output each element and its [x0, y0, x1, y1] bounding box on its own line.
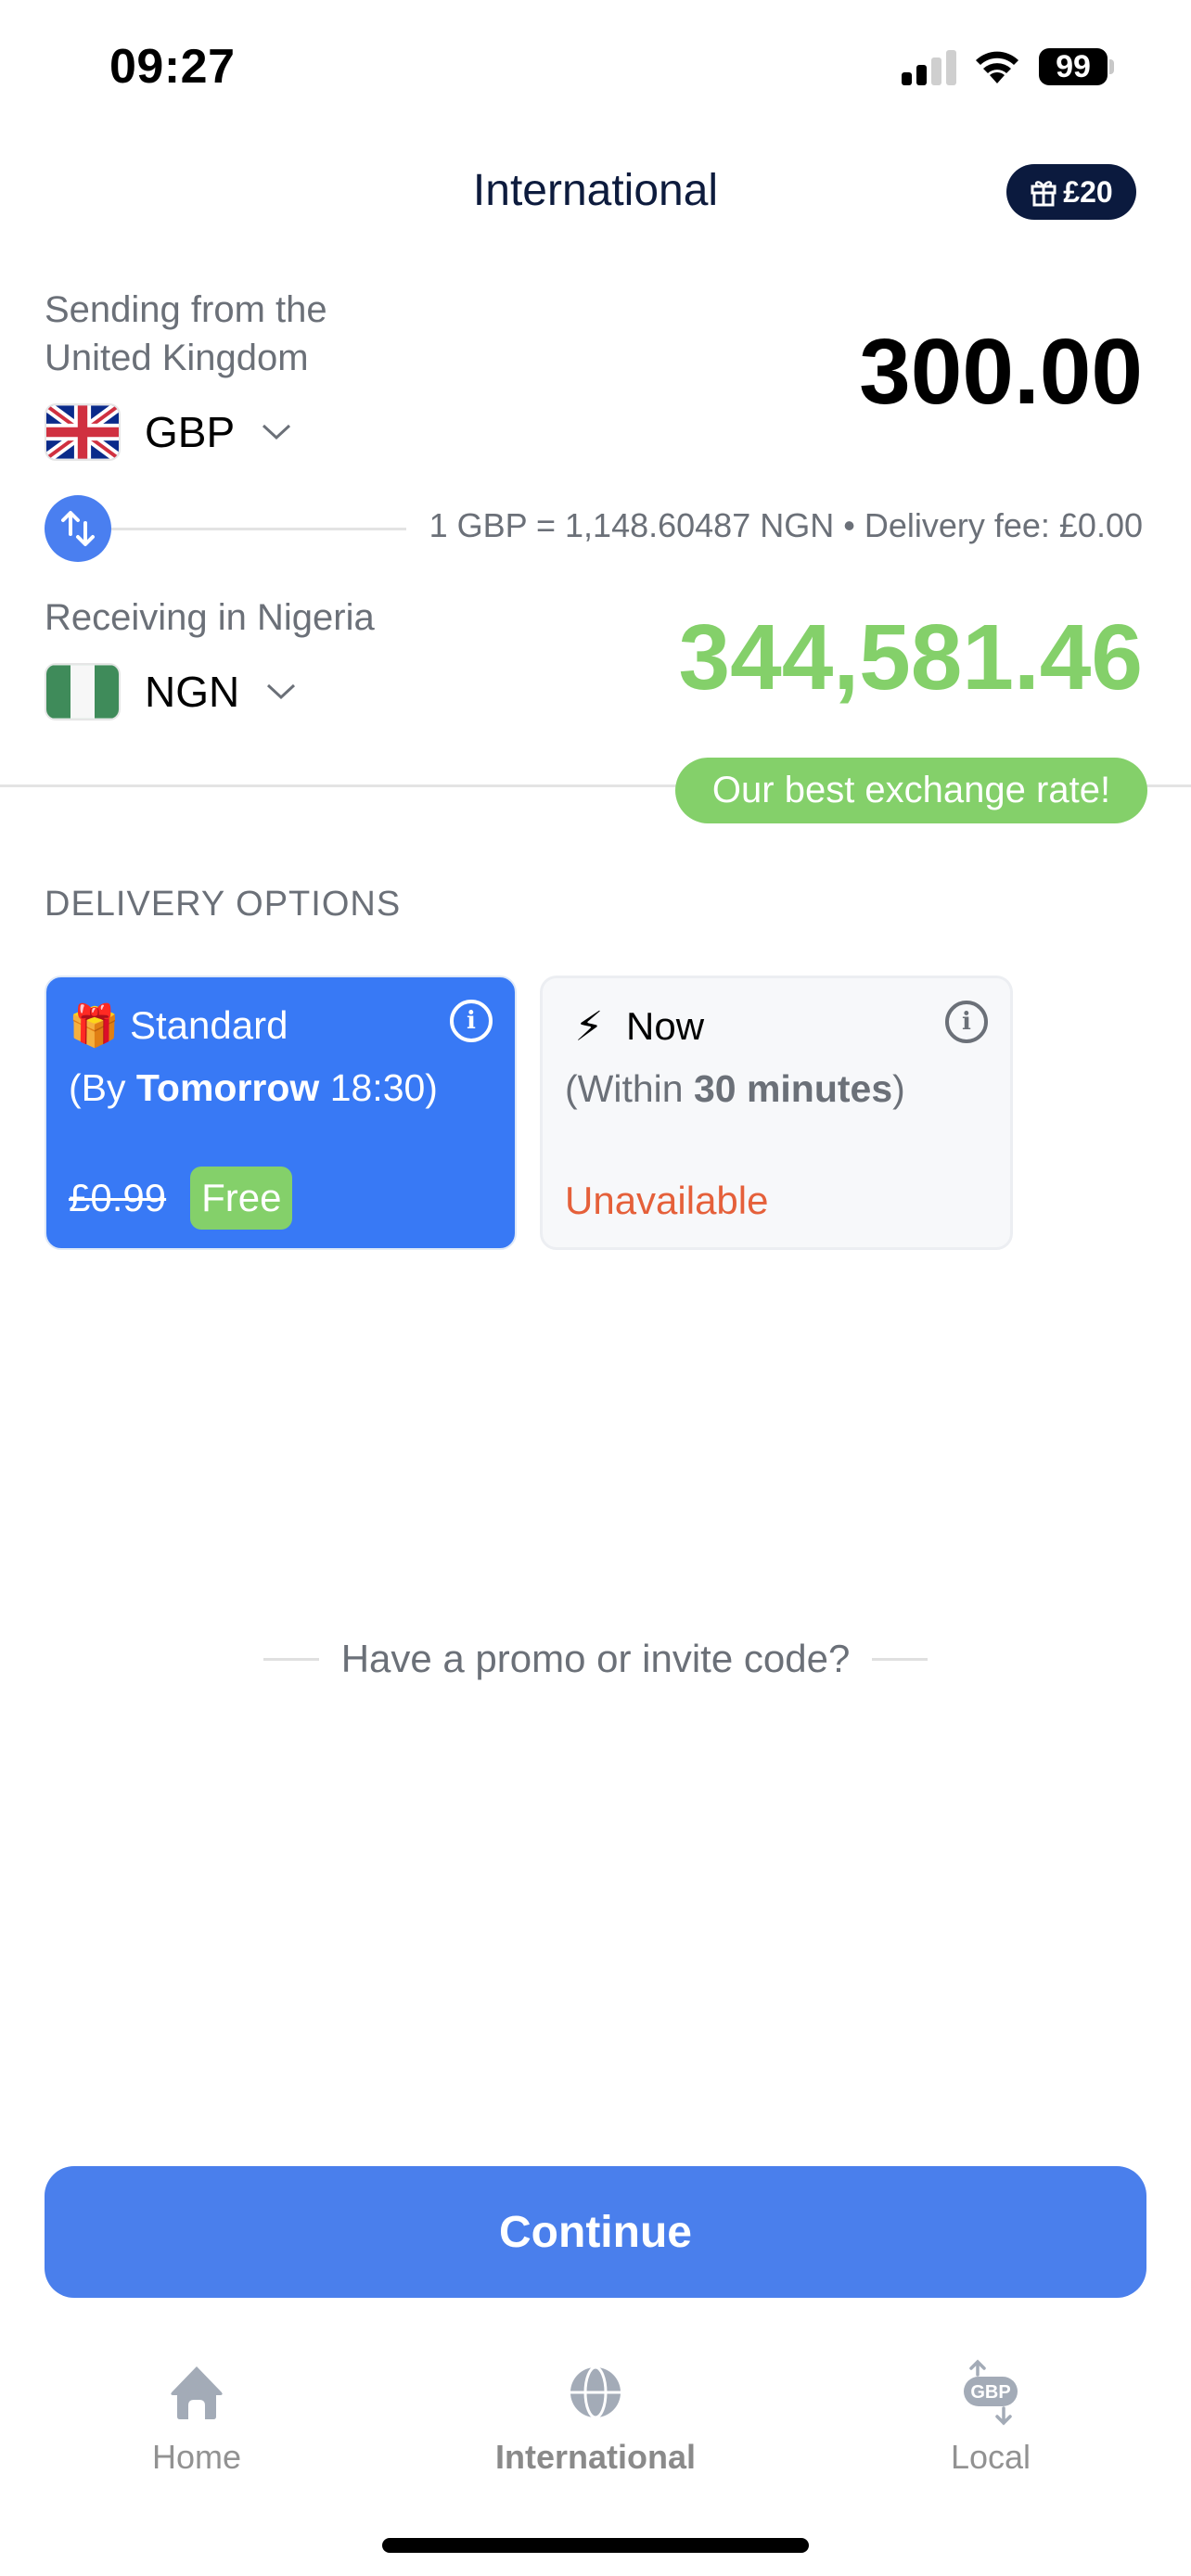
delivery-options-heading: DELIVERY OPTIONS: [45, 885, 402, 924]
chevron-down-icon: [267, 683, 296, 700]
tab-home[interactable]: Home: [76, 2360, 317, 2477]
best-rate-badge: Our best exchange rate!: [675, 758, 1147, 823]
reward-badge[interactable]: £20: [1006, 164, 1136, 220]
rate-connector-line: [111, 528, 406, 530]
promo-divider-right: [872, 1657, 928, 1661]
promo-code-link[interactable]: Have a promo or invite code?: [341, 1637, 851, 1681]
chevron-down-icon: [263, 424, 291, 440]
delivery-price: £0.99 Free: [69, 1167, 293, 1230]
delivery-option-eta: (Within 30 minutes): [565, 1067, 988, 1111]
lightning-emoji-icon: ⚡: [574, 1003, 604, 1050]
nigeria-flag-icon: [46, 665, 119, 719]
uk-flag-icon: [46, 405, 119, 459]
eta-prefix: (By: [69, 1066, 136, 1109]
old-price: £0.99: [69, 1176, 167, 1219]
cellular-signal-icon: [902, 48, 957, 85]
battery-nub: [1109, 59, 1114, 74]
gift-icon: [1031, 181, 1057, 207]
exchange-rate-text: 1 GBP = 1,148.60487 NGN • Delivery fee: …: [429, 506, 1143, 544]
swap-currencies-button[interactable]: [45, 495, 111, 562]
gbp-icon-text: GBP: [970, 2382, 1010, 2403]
send-currency-code: GBP: [145, 408, 236, 456]
receive-amount: 344,581.46: [678, 606, 1144, 709]
tab-label: Local: [950, 2438, 1031, 2476]
home-indicator: [382, 2538, 809, 2553]
sending-label: Sending from the United Kingdom: [45, 289, 327, 378]
receive-currency-selector[interactable]: NGN: [46, 665, 297, 719]
swap-arrows-icon: [61, 511, 95, 546]
delivery-option-title: Standard: [130, 1003, 288, 1047]
wifi-icon: [976, 51, 1018, 83]
home-icon: [171, 2366, 223, 2419]
receiving-label: Receiving in Nigeria: [45, 597, 375, 638]
tab-international[interactable]: International: [475, 2360, 716, 2477]
delivery-option-eta: (By Tomorrow 18:30): [69, 1066, 493, 1110]
tab-label: Home: [151, 2438, 242, 2476]
reward-amount: £20: [1063, 174, 1113, 209]
promo-divider-left: [263, 1657, 319, 1661]
globe-icon: [570, 2366, 621, 2419]
eta-suffix: 18:30): [319, 1066, 438, 1109]
info-icon[interactable]: i: [945, 1001, 988, 1043]
tab-label: International: [494, 2438, 697, 2476]
eta-prefix: (Within: [565, 1067, 694, 1110]
gift-emoji-icon: 🎁: [69, 1003, 120, 1049]
eta-bold: 30 minutes: [693, 1067, 893, 1110]
delivery-option-standard[interactable]: 🎁 Standard i (By Tomorrow 18:30) £0.99 F…: [45, 976, 517, 1250]
delivery-option-title: Now: [626, 1004, 705, 1048]
battery-indicator: 99: [1039, 48, 1108, 85]
delivery-option-now[interactable]: ⚡ Now i (Within 30 minutes) Unavailable: [540, 976, 1013, 1250]
status-time: 09:27: [109, 40, 236, 94]
send-amount-input[interactable]: 300.00: [859, 319, 1143, 426]
send-currency-selector[interactable]: GBP: [46, 405, 292, 459]
promo-code-row: Have a promo or invite code?: [0, 1637, 1191, 1681]
unavailable-status: Unavailable: [565, 1179, 769, 1222]
tab-local[interactable]: GBP Local: [870, 2359, 1111, 2477]
receive-currency-code: NGN: [145, 668, 240, 716]
eta-bold: Tomorrow: [135, 1066, 320, 1109]
free-badge: Free: [190, 1167, 293, 1230]
eta-suffix: ): [892, 1067, 905, 1110]
continue-button[interactable]: Continue: [45, 2166, 1146, 2298]
gbp-exchange-icon: GBP: [964, 2359, 1018, 2426]
info-icon[interactable]: i: [450, 1000, 493, 1042]
